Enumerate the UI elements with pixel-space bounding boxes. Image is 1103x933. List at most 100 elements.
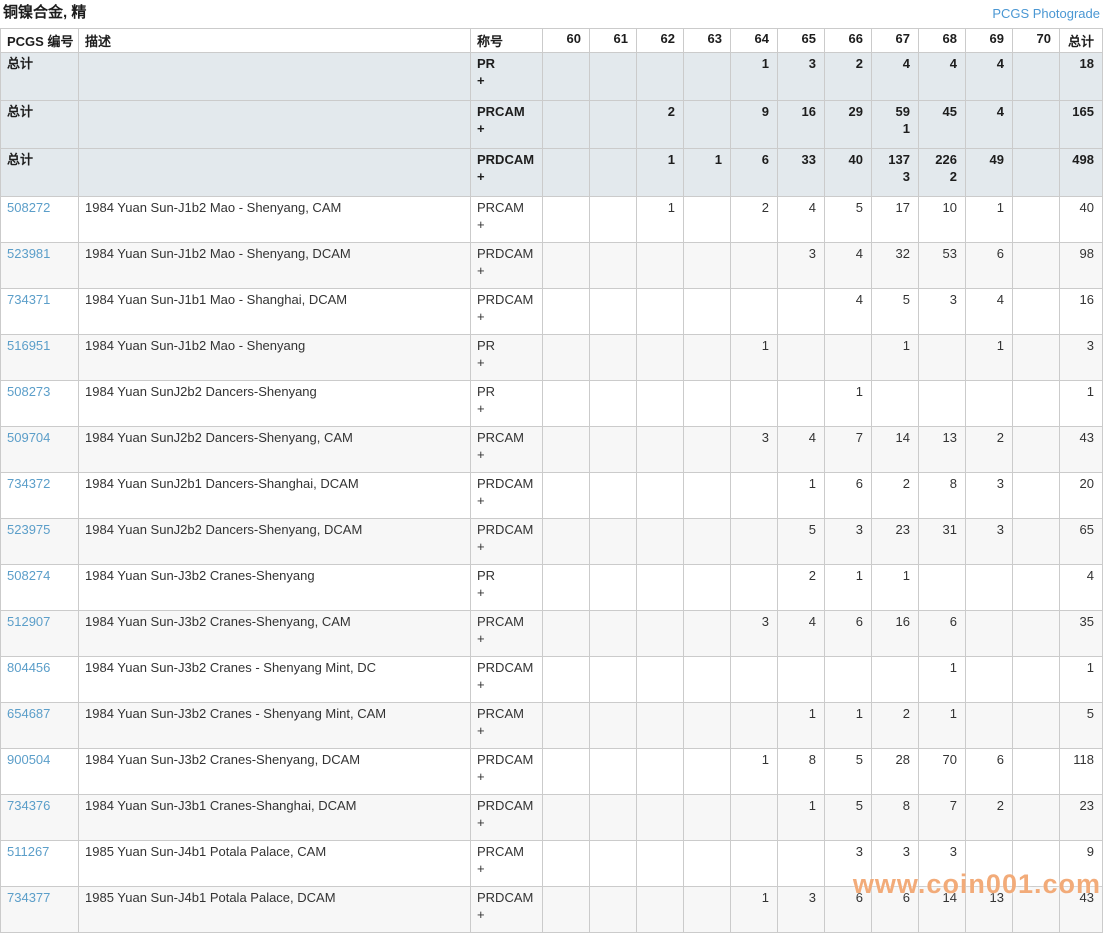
grade-count-cell	[966, 841, 1013, 887]
grade-count-cell	[825, 335, 872, 381]
grade-count: 3	[856, 844, 863, 859]
grade-count: 2	[997, 430, 1004, 445]
pcgs-number-link[interactable]: 734372	[7, 476, 50, 491]
grade-count-cell: 1	[637, 149, 684, 197]
grade-count-cell	[966, 565, 1013, 611]
pcgs-number-link[interactable]: 734377	[7, 890, 50, 905]
designation-cell: PRCAM+	[471, 197, 543, 243]
designation-label: PRDCAM	[477, 476, 533, 491]
total-label: 总计	[1, 149, 79, 197]
pcgs-number-link[interactable]: 516951	[7, 338, 50, 353]
pcgs-number-link[interactable]: 734376	[7, 798, 50, 813]
pcgs-number-link[interactable]: 523981	[7, 246, 50, 261]
grade-count-cell: 1	[731, 53, 778, 101]
grade-count: 1	[762, 338, 769, 353]
grade-count-cell: 3	[919, 841, 966, 887]
grade-count-cell: 8	[919, 473, 966, 519]
grade-count-cell	[684, 53, 731, 101]
description-cell: 1984 Yuan Sun-J1b1 Mao - Shanghai, DCAM	[79, 289, 471, 335]
grade-count-cell: 17	[872, 197, 919, 243]
grade-count-cell	[637, 795, 684, 841]
grade-count-cell	[543, 149, 590, 197]
grade-count: 1	[762, 56, 769, 71]
designation-cell: PRCAM+	[471, 427, 543, 473]
grade-count: 59	[896, 104, 910, 119]
photograde-link[interactable]: PCGS Photograde	[992, 7, 1100, 21]
plus-designation-label: +	[477, 168, 534, 185]
designation-cell: PRDCAM+	[471, 749, 543, 795]
description-cell: 1985 Yuan Sun-J4b1 Potala Palace, DCAM	[79, 887, 471, 933]
grade-count-cell	[590, 611, 637, 657]
grade-count: 1	[668, 200, 675, 215]
grade-count-cell	[684, 101, 731, 149]
pcgs-number-link[interactable]: 523975	[7, 522, 50, 537]
pcgs-number-link[interactable]: 804456	[7, 660, 50, 675]
grade-count-cell	[731, 473, 778, 519]
grade-count: 1	[950, 706, 957, 721]
pcgs-number-link[interactable]: 508273	[7, 384, 50, 399]
grade-count-cell	[543, 795, 590, 841]
grade-count-cell	[684, 243, 731, 289]
pcgs-number-cell: 654687	[1, 703, 79, 749]
pcgs-number-cell: 511267	[1, 841, 79, 887]
pcgs-number-link[interactable]: 508274	[7, 568, 50, 583]
grade-count-cell	[543, 611, 590, 657]
grade-count-cell: 1373	[872, 149, 919, 197]
grade-count-cell	[543, 335, 590, 381]
grade-count: 1	[997, 200, 1004, 215]
grade-count-cell	[919, 381, 966, 427]
grade-count-cell: 14	[872, 427, 919, 473]
grade-count: 226	[935, 152, 957, 167]
table-row: 512907 1984 Yuan Sun-J3b2 Cranes-Shenyang…	[1, 611, 1103, 657]
grade-count: 1	[809, 798, 816, 813]
pcgs-number-link[interactable]: 900504	[7, 752, 50, 767]
grade-count-cell: 4	[778, 197, 825, 243]
grade-count-cell	[684, 197, 731, 243]
total-count-cell: 98	[1060, 243, 1103, 289]
grade-count: 2	[809, 568, 816, 583]
description-cell: 1984 Yuan Sun-J3b2 Cranes-Shenyang, CAM	[79, 611, 471, 657]
pcgs-number-link[interactable]: 654687	[7, 706, 50, 721]
grade-count-cell	[684, 887, 731, 933]
grade-count-cell	[590, 289, 637, 335]
description-cell: 1984 Yuan Sun-J1b2 Mao - Shenyang, CAM	[79, 197, 471, 243]
top-bar: 铜镍合金, 精 PCGS Photograde	[0, 0, 1103, 28]
pcgs-number-cell: 508273	[1, 381, 79, 427]
grade-count-cell	[543, 887, 590, 933]
total-count-cell: 40	[1060, 197, 1103, 243]
grade-count: 4	[809, 430, 816, 445]
total-count-cell: 118	[1060, 749, 1103, 795]
pcgs-number-cell: 512907	[1, 611, 79, 657]
pcgs-number-link[interactable]: 508272	[7, 200, 50, 215]
grade-count: 1	[903, 338, 910, 353]
grade-count: 8	[903, 798, 910, 813]
column-header: 称号	[471, 29, 543, 53]
description-cell: 1984 Yuan Sun-J3b1 Cranes-Shanghai, DCAM	[79, 795, 471, 841]
designation-cell: PRDCAM+	[471, 519, 543, 565]
description-cell	[79, 149, 471, 197]
grade-count-cell	[590, 473, 637, 519]
grade-count-cell	[1013, 289, 1060, 335]
grade-count-cell	[872, 657, 919, 703]
column-header: PCGS 编号	[1, 29, 79, 53]
grade-count-cell	[637, 841, 684, 887]
pcgs-number-link[interactable]: 734371	[7, 292, 50, 307]
grade-count-cell: 70	[919, 749, 966, 795]
pcgs-number-link[interactable]: 511267	[7, 844, 49, 859]
grade-count-cell: 3	[778, 243, 825, 289]
grade-count: 2	[668, 104, 675, 119]
grade-count-cell: 1	[825, 381, 872, 427]
grade-count-cell	[590, 53, 637, 101]
total-count-cell: 23	[1060, 795, 1103, 841]
pcgs-number-link[interactable]: 509704	[7, 430, 50, 445]
page-title: 铜镍合金, 精	[3, 5, 86, 21]
grade-count-cell: 16	[778, 101, 825, 149]
grade-count: 3	[809, 890, 816, 905]
grade-count: 5	[856, 798, 863, 813]
grade-count: 16	[802, 104, 816, 119]
grade-count: 5	[856, 200, 863, 215]
pcgs-number-link[interactable]: 512907	[7, 614, 50, 629]
table-row: 5169511984 Yuan Sun-J1b2 Mao - ShenyangP…	[1, 335, 1103, 381]
grade-count-cell	[543, 197, 590, 243]
grade-count-cell: 13	[966, 887, 1013, 933]
